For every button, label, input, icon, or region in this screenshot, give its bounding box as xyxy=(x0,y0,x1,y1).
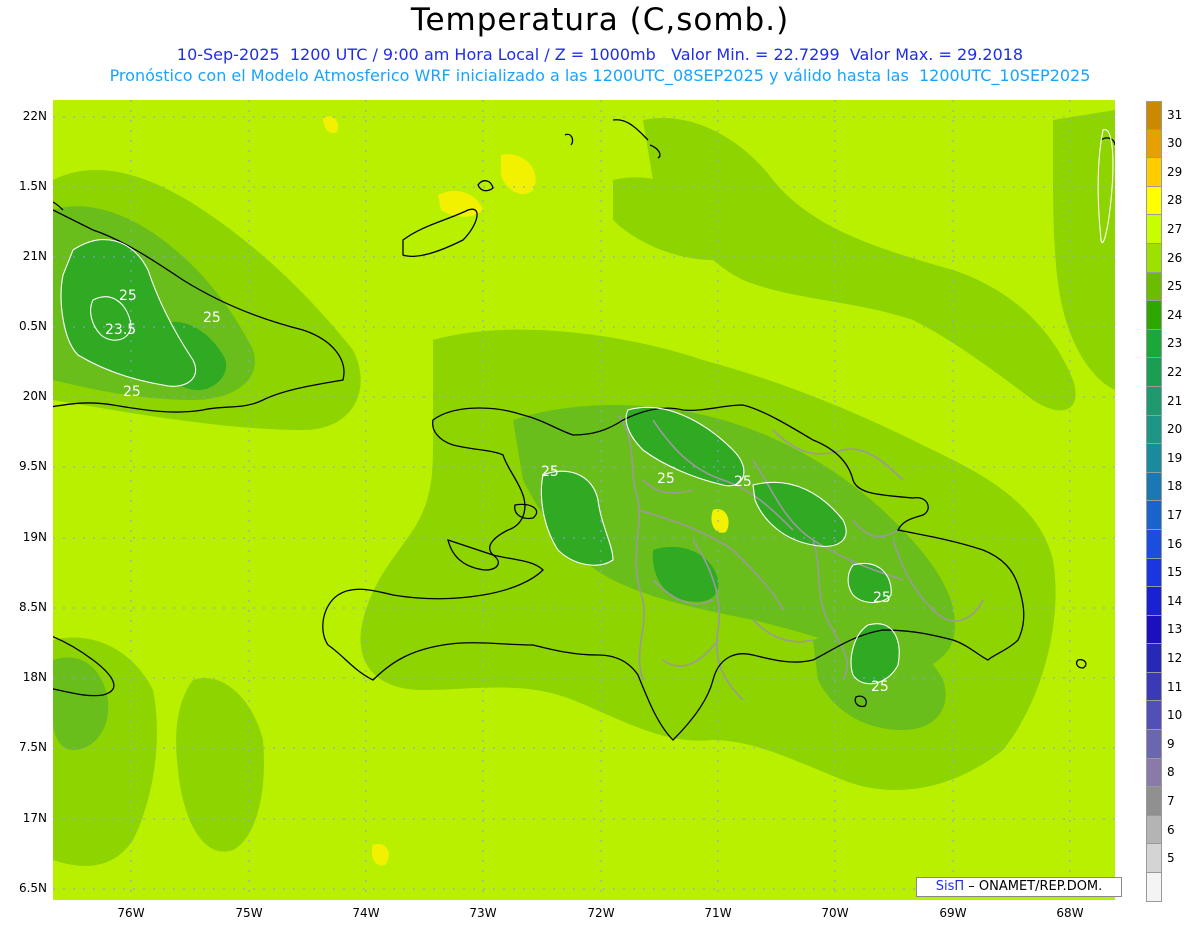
colorbar-swatch xyxy=(1146,243,1162,273)
lon-label: 73W xyxy=(469,906,497,920)
lat-label: 7.5N xyxy=(18,740,47,754)
contour-label: 25 xyxy=(119,288,137,304)
chart-title: Temperatura (C,somb.) xyxy=(410,2,790,38)
colorbar-swatch xyxy=(1146,815,1162,845)
colorbar-swatch xyxy=(1146,730,1162,759)
lon-label: 69W xyxy=(939,906,967,920)
lat-label: 0.5N xyxy=(18,319,47,333)
colorbar-label: 19 xyxy=(1167,450,1183,465)
colorbar-swatch xyxy=(1146,386,1162,416)
colorbar-swatch xyxy=(1146,529,1162,559)
lat-label: 9.5N xyxy=(18,459,47,473)
colorbar-label: 24 xyxy=(1167,307,1183,322)
colorbar-label: 30 xyxy=(1167,136,1183,151)
colorbar-label: 11 xyxy=(1167,679,1183,694)
colorbar-swatch xyxy=(1146,758,1162,788)
contour-label: 25 xyxy=(657,471,675,487)
contour-label: 25 xyxy=(734,474,752,490)
colorbar-swatch xyxy=(1146,587,1162,616)
colorbar-label: 23 xyxy=(1167,336,1183,351)
map-canvas: 25 23.5 25 25 25 25 25 25 25 xyxy=(53,100,1115,900)
contour-label: 25 xyxy=(541,464,559,480)
colorbar-swatch xyxy=(1146,272,1162,302)
colorbar-swatch xyxy=(1146,186,1162,216)
contour-label: 25 xyxy=(873,590,891,606)
colorbar-swatch xyxy=(1146,358,1162,387)
colorbar-label: 29 xyxy=(1167,164,1183,179)
lat-label: 17N xyxy=(22,811,47,825)
colorbar-label: 14 xyxy=(1167,593,1183,608)
colorbar-label: 9 xyxy=(1167,736,1175,751)
colorbar-label: 6 xyxy=(1167,822,1175,837)
colorbar-label: 20 xyxy=(1167,422,1183,437)
credit-box: SisΠ – ONAMET/REP.DOM. xyxy=(916,877,1122,897)
colorbar-label: 28 xyxy=(1167,193,1183,208)
colorbar-label: 10 xyxy=(1167,708,1183,723)
colorbar-label: 8 xyxy=(1167,765,1175,780)
colorbar-swatch xyxy=(1146,301,1162,330)
contour-label: 25 xyxy=(123,384,141,400)
colorbar-swatch xyxy=(1146,672,1162,702)
contour-label: 25 xyxy=(871,679,889,695)
lat-label: 1.5N xyxy=(18,179,47,193)
colorbar-swatch xyxy=(1146,101,1162,130)
colorbar-swatch xyxy=(1146,844,1162,874)
lon-label: 72W xyxy=(587,906,615,920)
lat-label: 20N xyxy=(22,389,47,403)
lon-label: 68W xyxy=(1056,906,1084,920)
contour-label: 25 xyxy=(203,310,221,326)
colorbar-swatch xyxy=(1146,701,1162,731)
colorbar-swatch xyxy=(1146,644,1162,673)
lat-label: 18N xyxy=(22,670,47,684)
colorbar-swatch xyxy=(1146,415,1162,445)
colorbar-swatch xyxy=(1146,615,1162,645)
lat-label: 22N xyxy=(22,109,47,123)
colorbar-label: 5 xyxy=(1167,851,1175,866)
colorbar-label: 17 xyxy=(1167,508,1183,522)
colorbar-label: 13 xyxy=(1167,622,1183,637)
colorbar-label: 15 xyxy=(1167,565,1183,580)
colorbar-swatch xyxy=(1146,558,1162,588)
colorbar xyxy=(1146,101,1162,902)
colorbar-swatch xyxy=(1146,329,1162,359)
lon-label: 74W xyxy=(352,906,380,920)
contour-label: 23.5 xyxy=(105,322,136,338)
colorbar-swatch xyxy=(1146,158,1162,187)
colorbar-label: 26 xyxy=(1167,250,1183,265)
colorbar-swatch xyxy=(1146,215,1162,244)
colorbar-label: 21 xyxy=(1167,393,1183,408)
lat-label: 8.5N xyxy=(18,600,47,614)
credit-text: – ONAMET/REP.DOM. xyxy=(968,879,1103,894)
temperature-map: 25 23.5 25 25 25 25 25 25 25 xyxy=(53,100,1115,900)
subtitle-valid-time: 10-Sep-2025 1200 UTC / 9:00 am Hora Loca… xyxy=(176,45,1024,64)
colorbar-swatch xyxy=(1146,787,1162,816)
lon-label: 75W xyxy=(235,906,263,920)
colorbar-swatch xyxy=(1146,129,1162,159)
sispi-logo: SisΠ xyxy=(935,879,965,894)
colorbar-label: 22 xyxy=(1167,365,1183,379)
colorbar-swatch xyxy=(1146,444,1162,473)
subtitle-model-info: Pronóstico con el Modelo Atmosferico WRF… xyxy=(109,66,1091,85)
lon-label: 76W xyxy=(117,906,145,920)
lon-label: 70W xyxy=(821,906,849,920)
colorbar-label: 7 xyxy=(1167,794,1175,808)
colorbar-label: 27 xyxy=(1167,222,1183,236)
lat-label: 21N xyxy=(22,249,47,263)
colorbar-label: 18 xyxy=(1167,479,1183,494)
colorbar-swatch xyxy=(1146,873,1162,902)
lat-label: 6.5N xyxy=(18,881,47,895)
colorbar-swatch xyxy=(1146,501,1162,530)
lat-label: 19N xyxy=(22,530,47,544)
colorbar-label: 16 xyxy=(1167,536,1183,551)
colorbar-label: 31 xyxy=(1167,107,1183,122)
colorbar-label: 25 xyxy=(1167,279,1183,294)
colorbar-swatch xyxy=(1146,472,1162,502)
colorbar-label: 12 xyxy=(1167,651,1183,665)
lon-label: 71W xyxy=(704,906,732,920)
